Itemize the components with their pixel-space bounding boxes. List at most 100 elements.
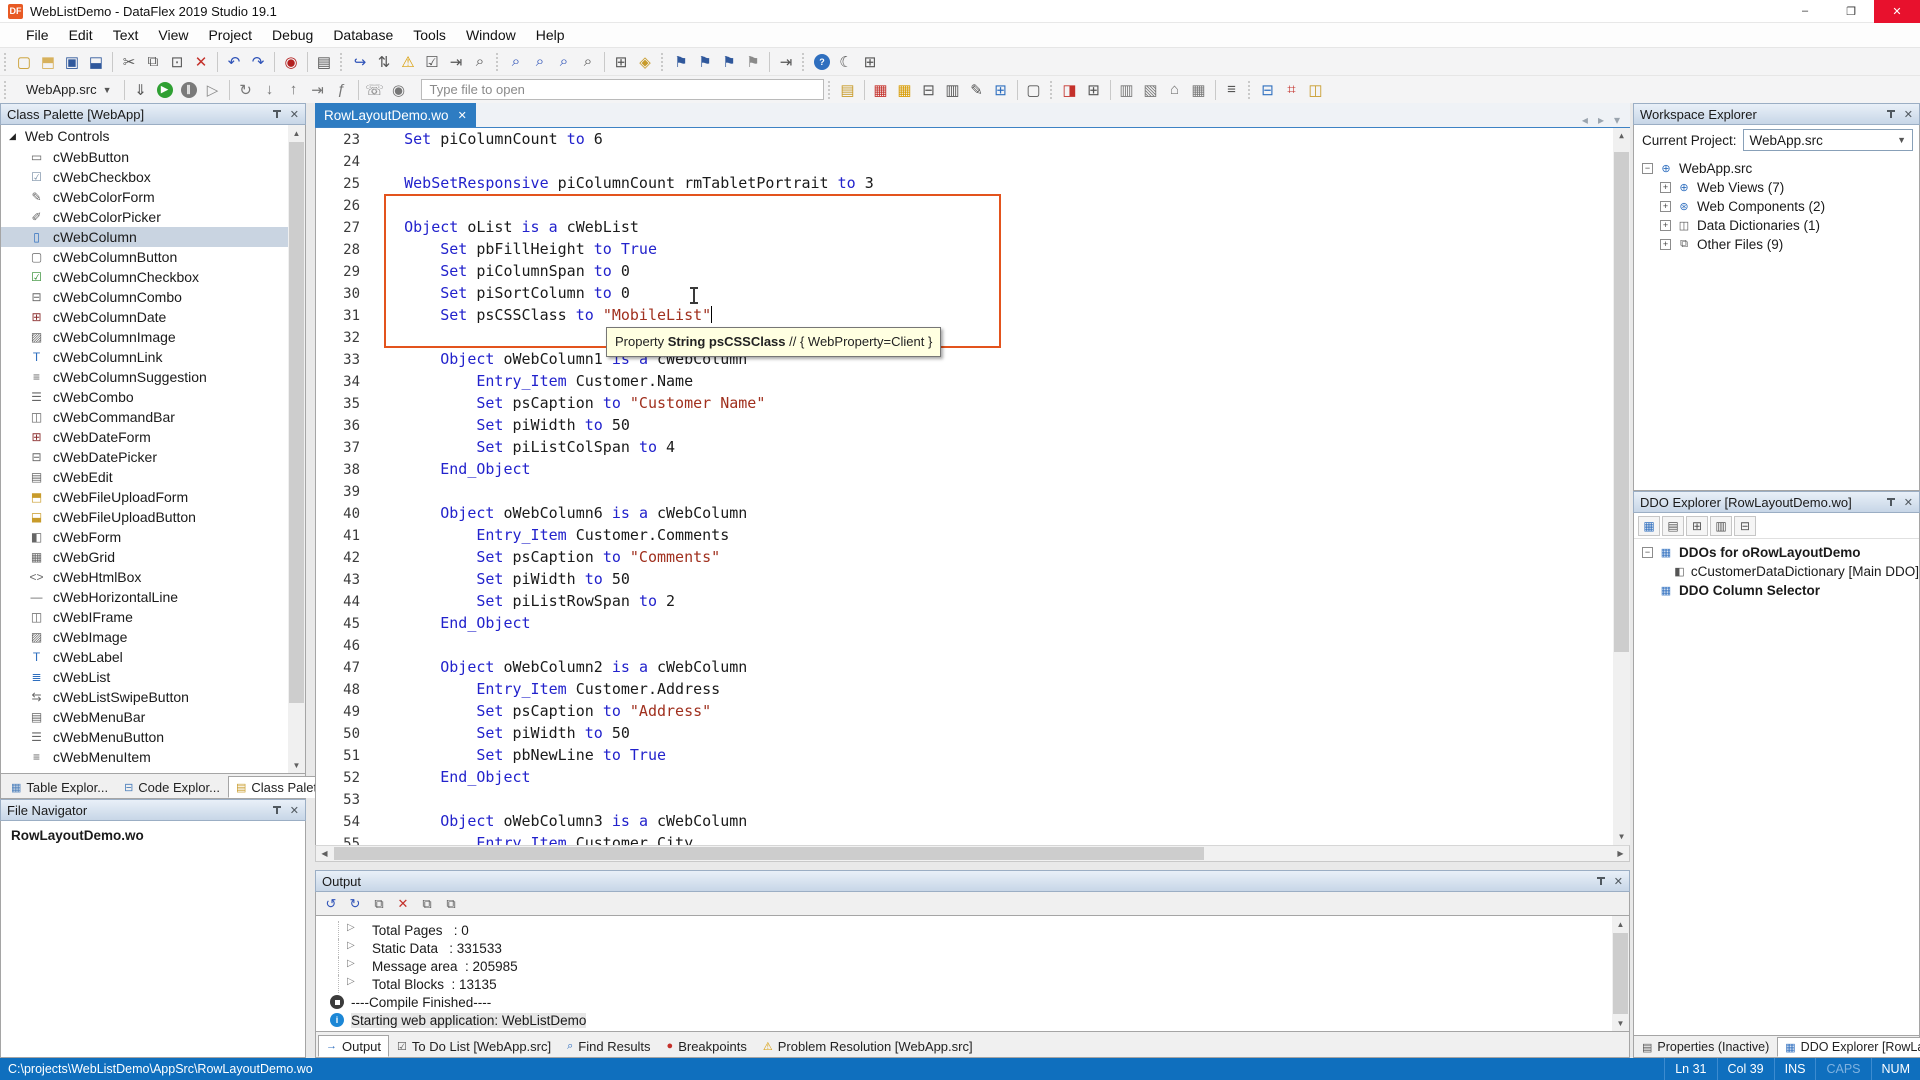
delete-icon[interactable]: ✕ (189, 50, 213, 74)
collapse-icon[interactable]: − (1642, 163, 1653, 174)
tab-table-explor[interactable]: ▦ Table Explor... (3, 776, 116, 798)
tab-scroll-left-icon[interactable]: ◂ (1582, 113, 1588, 127)
export-icon[interactable]: ⇥ (444, 50, 468, 74)
desktop-preview-icon[interactable]: ⌂ (1163, 78, 1187, 102)
close-icon[interactable]: ✕ (290, 804, 299, 817)
undo-icon[interactable]: ↶ (222, 50, 246, 74)
palette-item-cwebcommandbar[interactable]: ◫ cWebCommandBar (1, 407, 305, 427)
print-icon[interactable]: ▤ (312, 50, 336, 74)
pin-icon[interactable] (1885, 109, 1896, 120)
goto-definition-icon[interactable]: ↪ (348, 50, 372, 74)
new-file-icon[interactable]: ▢ (12, 50, 36, 74)
ddo-list-icon[interactable]: ▦ (1638, 515, 1660, 536)
table-grid-icon[interactable]: ⊞ (1082, 78, 1106, 102)
palette-item-cwebcolumnbutton[interactable]: ▢ cWebColumnButton (1, 247, 305, 267)
scrollbar-thumb[interactable] (289, 142, 304, 703)
close-button[interactable]: ✕ (1874, 0, 1920, 23)
output-entry[interactable]: ▷ Total Blocks : 13135 (316, 975, 1629, 993)
workspace-node-webapp-src[interactable]: − ⊕ WebApp.src (1634, 159, 1919, 178)
scroll-up-icon[interactable]: ▲ (1613, 128, 1630, 144)
set-next-statement-icon[interactable]: ƒ (330, 78, 354, 102)
output-entry[interactable]: ----Compile Finished---- (316, 993, 1629, 1011)
palette-item-cwebcolumnsuggestion[interactable]: ≡ cWebColumnSuggestion (1, 367, 305, 387)
chevron-right-icon[interactable]: ▷ (347, 940, 355, 951)
help-index-icon[interactable]: ⊞ (858, 50, 882, 74)
ddo-columns-icon[interactable]: ▥ (1710, 515, 1732, 536)
open-file-icon[interactable]: ⬒ (36, 50, 60, 74)
paste-icon[interactable]: ⊡ (165, 50, 189, 74)
palette-item-cwebbutton[interactable]: ▭ cWebButton (1, 147, 305, 167)
help-icon[interactable]: ? (810, 50, 834, 74)
save-all-icon[interactable]: ⬓ (84, 50, 108, 74)
file-search-input[interactable]: Type file to open (420, 79, 824, 100)
menu-text[interactable]: Text (103, 24, 149, 46)
close-icon[interactable]: ✕ (1904, 108, 1913, 121)
copy-selected-icon[interactable]: ⧉ (440, 894, 462, 914)
menu-edit[interactable]: Edit (59, 24, 103, 46)
palette-item-cwebdatepicker[interactable]: ⊟ cWebDatePicker (1, 447, 305, 467)
pin-icon[interactable] (271, 109, 282, 120)
ddo-node-ccustomerdatadictionary-main-ddo[interactable]: ◧ cCustomerDataDictionary [Main DDO] (1634, 562, 1919, 581)
palette-item-cwebcolorpicker[interactable]: ✐ cWebColorPicker (1, 207, 305, 227)
palette-item-cwebfileuploadbutton[interactable]: ⬓ cWebFileUploadButton (1, 507, 305, 527)
output-tab-breakpoints[interactable]: ● Breakpoints (659, 1035, 755, 1057)
tab-scroll-right-icon[interactable]: ▸ (1598, 113, 1604, 127)
palette-item-cwebcolumndate[interactable]: ⊞ cWebColumnDate (1, 307, 305, 327)
todo-list-icon[interactable]: ☑ (420, 50, 444, 74)
close-icon[interactable]: ✕ (1614, 875, 1623, 888)
step-icon[interactable]: ▷ (201, 78, 225, 102)
sql-tool-icon[interactable]: ▥ (941, 78, 965, 102)
palette-item-cwebmenubar[interactable]: ▤ cWebMenuBar (1, 707, 305, 727)
copy-output-icon[interactable]: ⧉ (368, 894, 390, 914)
palette-item-cweblistswipebutton[interactable]: ⇆ cWebListSwipeButton (1, 687, 305, 707)
menu-debug[interactable]: Debug (262, 24, 323, 46)
output-tab-find-results[interactable]: ⌕ Find Results (559, 1035, 658, 1057)
redo-icon[interactable]: ↷ (246, 50, 270, 74)
blank-page-icon[interactable]: ▢ (1022, 78, 1046, 102)
web-preview-icon[interactable]: ▥ (1115, 78, 1139, 102)
scroll-up-icon[interactable]: ▲ (288, 125, 305, 141)
save-icon[interactable]: ▣ (60, 50, 84, 74)
new-table-icon[interactable]: ⊞ (989, 78, 1013, 102)
palette-item-cwebcolorform[interactable]: ✎ cWebColorForm (1, 187, 305, 207)
output-tab-problem-resolution-webapp-src[interactable]: ⚠ Problem Resolution [WebApp.src] (755, 1035, 981, 1057)
pin-icon[interactable] (271, 805, 282, 816)
scroll-right-icon[interactable]: ▶ (1612, 846, 1629, 861)
data-dictionary-modeler-icon[interactable]: ▦ (869, 78, 893, 102)
sync-code-icon[interactable]: ⇅ (372, 50, 396, 74)
palette-item-cwebcombo[interactable]: ☰ cWebCombo (1, 387, 305, 407)
chevron-right-icon[interactable]: ▷ (347, 976, 355, 987)
clear-output-icon[interactable]: ✕ (392, 894, 414, 914)
palette-item-cwebmenuitem[interactable]: ≡ cWebMenuItem (1, 747, 305, 767)
copy-all-icon[interactable]: ⧉ (416, 894, 438, 914)
close-icon[interactable]: ✕ (290, 108, 299, 121)
menu-tools[interactable]: Tools (403, 24, 456, 46)
workspace-node-data-dictionaries-1[interactable]: + ◫ Data Dictionaries (1) (1634, 216, 1919, 235)
palette-item-cwebcolumnlink[interactable]: TcWebColumnLink (1, 347, 305, 367)
cut-icon[interactable]: ✂ (117, 50, 141, 74)
scroll-down-icon[interactable]: ▼ (288, 757, 305, 773)
maximize-button[interactable]: ❐ (1828, 0, 1874, 23)
next-message-icon[interactable]: ↻ (344, 894, 366, 914)
class-palette-scrollbar[interactable]: ▲ ▼ (288, 125, 305, 773)
restructure-icon[interactable]: ◨ (1058, 78, 1082, 102)
lock-icon[interactable]: ◈ (633, 50, 657, 74)
record-macro-icon[interactable]: ◉ (279, 50, 303, 74)
compile-icon[interactable]: ⇓ (129, 78, 153, 102)
palette-item-cwebgrid[interactable]: ▦ cWebGrid (1, 547, 305, 567)
workspace-node-other-files-9[interactable]: + ⧉ Other Files (9) (1634, 235, 1919, 254)
output-tab-to-do-list-webapp-src[interactable]: ☑ To Do List [WebApp.src] (389, 1035, 559, 1057)
list-icon[interactable]: ≡ (1220, 78, 1244, 102)
step-into-icon[interactable]: ↓ (258, 78, 282, 102)
right-tab-properties-inactive[interactable]: ▤ Properties (Inactive) (1634, 1037, 1777, 1057)
mobile-preview-icon[interactable]: ▧ (1139, 78, 1163, 102)
palette-item-cwebiframe[interactable]: ◫ cWebIFrame (1, 607, 305, 627)
editor-tab-rowlayoutdemo[interactable]: RowLayoutDemo.wo ✕ (315, 103, 476, 127)
scrollbar-thumb[interactable] (334, 847, 1204, 860)
palette-item-cwebhtmlbox[interactable]: <> cWebHtmlBox (1, 567, 305, 587)
chevron-right-icon[interactable]: ▷ (347, 922, 355, 933)
workspace-node-web-views-7[interactable]: + ⊕ Web Views (7) (1634, 178, 1919, 197)
output-tab-output[interactable]: → Output (318, 1035, 390, 1057)
scroll-up-icon[interactable]: ▲ (1612, 916, 1629, 932)
pin-icon[interactable] (1885, 497, 1896, 508)
